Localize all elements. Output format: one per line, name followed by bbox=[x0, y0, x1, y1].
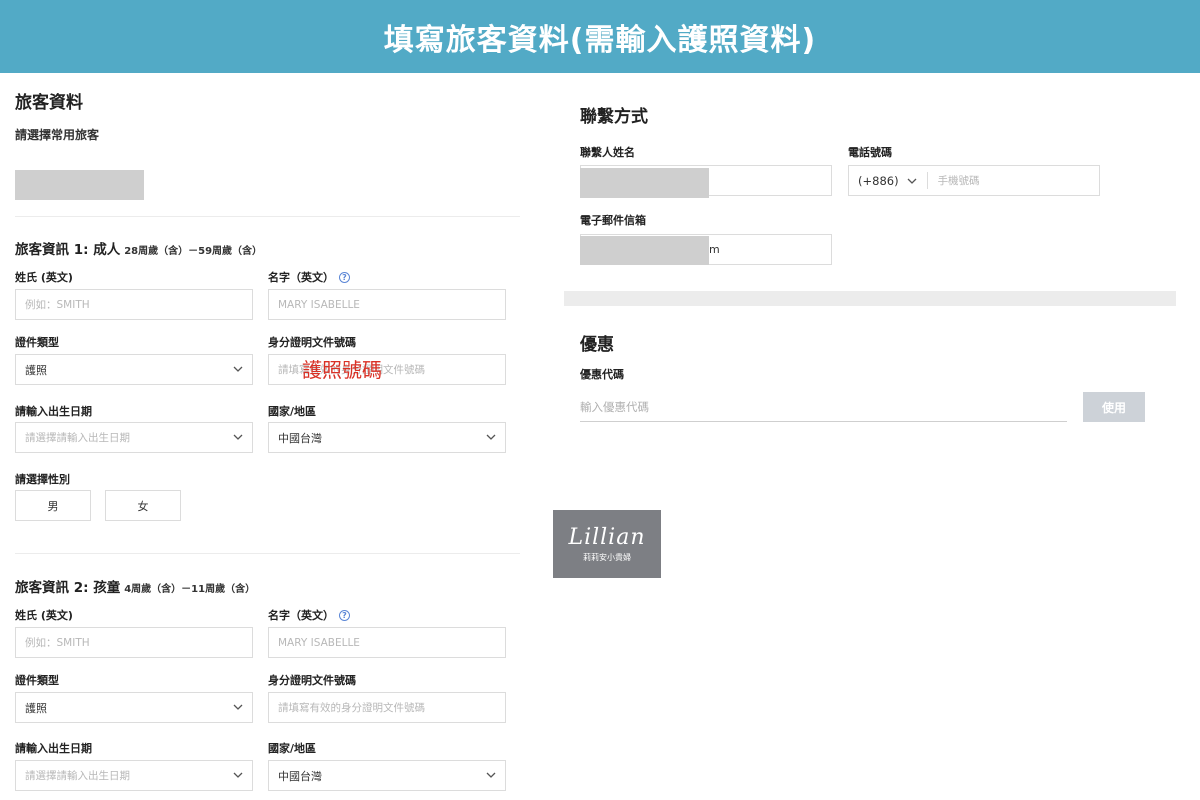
traveler-2-surname-label: 姓氏 (英文) bbox=[15, 609, 73, 622]
traveler-1-given-name-label: 名字（英文）? bbox=[268, 269, 350, 285]
traveler-2-country-label: 國家/地區 bbox=[268, 742, 317, 755]
traveler-1-title-text: 旅客資訊 1: 成人 bbox=[15, 242, 121, 258]
traveler-2-birth-placeholder: 請選擇請輸入出生日期 bbox=[25, 770, 130, 782]
phone-country-code-select[interactable]: (+886) bbox=[858, 172, 928, 189]
contact-name-label: 聯繫人姓名 bbox=[580, 146, 635, 159]
choose-frequent-traveler-label: 請選擇常用旅客 bbox=[15, 128, 100, 142]
redacted-email bbox=[580, 236, 709, 265]
traveler-2-country-value: 中國台灣 bbox=[278, 769, 322, 783]
chevron-down-icon bbox=[233, 434, 243, 440]
traveler-2-doc-type-label: 證件類型 bbox=[15, 674, 59, 687]
traveler-2-birth-select[interactable]: 請選擇請輸入出生日期 bbox=[15, 760, 253, 791]
traveler-2-given-name-label-text: 名字（英文） bbox=[268, 609, 334, 622]
traveler-2-doc-type-select[interactable]: 護照 bbox=[15, 692, 253, 723]
traveler-1-surname-label: 姓氏 (英文) bbox=[15, 271, 73, 284]
traveler-2-given-name-input[interactable]: MARY ISABELLE bbox=[268, 627, 506, 658]
chevron-down-icon bbox=[486, 434, 496, 440]
traveler-1-doc-type-value: 護照 bbox=[25, 363, 47, 377]
coupon-code-label: 優惠代碼 bbox=[580, 368, 624, 381]
gender-female-button[interactable]: 女 bbox=[105, 490, 181, 521]
watermark-logo: Lillian 莉莉安小貴婦 bbox=[553, 510, 661, 578]
phone-placeholder: 手機號碼 bbox=[937, 175, 980, 187]
traveler-1-given-name-label-text: 名字（英文） bbox=[268, 271, 334, 284]
contact-section-title: 聯繫方式 bbox=[580, 107, 648, 127]
chevron-down-icon bbox=[233, 704, 243, 710]
traveler-1-surname-placeholder: 例如：SMITH bbox=[25, 299, 90, 311]
coupon-input-underline bbox=[580, 421, 1067, 422]
help-icon[interactable]: ? bbox=[339, 610, 350, 621]
passport-number-annotation: 護照號碼 bbox=[302, 358, 382, 382]
traveler-2-birth-label: 請輸入出生日期 bbox=[15, 742, 92, 755]
chevron-down-icon bbox=[233, 772, 243, 778]
traveler-2-surname-input[interactable]: 例如：SMITH bbox=[15, 627, 253, 658]
gender-male-button[interactable]: 男 bbox=[15, 490, 91, 521]
traveler-1-birth-select[interactable]: 請選擇請輸入出生日期 bbox=[15, 422, 253, 453]
traveler-1-birth-placeholder: 請選擇請輸入出生日期 bbox=[25, 432, 130, 444]
coupon-section-title: 優惠 bbox=[580, 335, 614, 355]
frequent-traveler-chip[interactable] bbox=[15, 170, 144, 200]
traveler-1-title: 旅客資訊 1: 成人 28周歲（含）－59周歲（含） bbox=[15, 238, 262, 258]
section-separator-bar bbox=[564, 291, 1176, 306]
apply-coupon-button[interactable]: 使用 bbox=[1083, 392, 1145, 422]
email-label: 電子郵件信箱 bbox=[580, 214, 646, 227]
traveler-1-doc-type-select[interactable]: 護照 bbox=[15, 354, 253, 385]
traveler-1-id-label: 身分證明文件號碼 bbox=[268, 336, 356, 349]
traveler-1-given-name-input[interactable]: MARY ISABELLE bbox=[268, 289, 506, 320]
watermark-subtitle: 莉莉安小貴婦 bbox=[583, 553, 631, 562]
traveler-2-title: 旅客資訊 2: 孩童 4周歲（含）－11周歲（含） bbox=[15, 576, 255, 596]
chevron-down-icon bbox=[233, 366, 243, 372]
banner-title: 填寫旅客資料(需輸入護照資料) bbox=[383, 22, 817, 58]
traveler-2-id-placeholder: 請填寫有效的身分證明文件號碼 bbox=[278, 702, 425, 714]
redacted-contact-name bbox=[580, 168, 709, 198]
traveler-1-birth-label: 請輸入出生日期 bbox=[15, 405, 92, 418]
traveler-2-given-name-label: 名字（英文）? bbox=[268, 607, 350, 623]
email-visible-suffix: m bbox=[709, 243, 720, 256]
help-icon[interactable]: ? bbox=[339, 272, 350, 283]
page-banner: 填寫旅客資料(需輸入護照資料) bbox=[0, 0, 1200, 73]
chevron-down-icon bbox=[486, 772, 496, 778]
section-divider bbox=[15, 216, 520, 217]
chevron-down-icon bbox=[907, 178, 917, 184]
traveler-1-country-label: 國家/地區 bbox=[268, 405, 317, 418]
traveler-2-given-name-placeholder: MARY ISABELLE bbox=[278, 636, 360, 649]
traveler-2-doc-type-value: 護照 bbox=[25, 701, 47, 715]
phone-input[interactable]: (+886) 手機號碼 bbox=[848, 165, 1100, 196]
watermark-script-text: Lillian bbox=[568, 525, 646, 550]
traveler-1-country-value: 中國台灣 bbox=[278, 431, 322, 445]
traveler-1-doc-type-label: 證件類型 bbox=[15, 336, 59, 349]
traveler-2-country-select[interactable]: 中國台灣 bbox=[268, 760, 506, 791]
coupon-code-input[interactable]: 輸入優惠代碼 bbox=[580, 396, 1067, 420]
traveler-1-given-name-placeholder: MARY ISABELLE bbox=[278, 298, 360, 311]
traveler-1-surname-input[interactable]: 例如：SMITH bbox=[15, 289, 253, 320]
coupon-code-placeholder: 輸入優惠代碼 bbox=[580, 400, 649, 414]
traveler-1-age-range: 28周歲（含）－59周歲（含） bbox=[124, 246, 263, 257]
traveler-1-country-select[interactable]: 中國台灣 bbox=[268, 422, 506, 453]
section-divider bbox=[15, 553, 520, 554]
traveler-2-id-input[interactable]: 請填寫有效的身分證明文件號碼 bbox=[268, 692, 506, 723]
traveler-2-title-text: 旅客資訊 2: 孩童 bbox=[15, 580, 121, 596]
traveler-2-age-range: 4周歲（含）－11周歲（含） bbox=[124, 584, 256, 595]
phone-label: 電話號碼 bbox=[848, 146, 892, 159]
traveler-1-gender-label: 請選擇性別 bbox=[15, 473, 70, 486]
traveler-2-id-label: 身分證明文件號碼 bbox=[268, 674, 356, 687]
phone-country-code-value: (+886) bbox=[858, 173, 899, 188]
traveler-2-surname-placeholder: 例如：SMITH bbox=[25, 637, 90, 649]
traveler-section-title: 旅客資料 bbox=[15, 93, 83, 113]
